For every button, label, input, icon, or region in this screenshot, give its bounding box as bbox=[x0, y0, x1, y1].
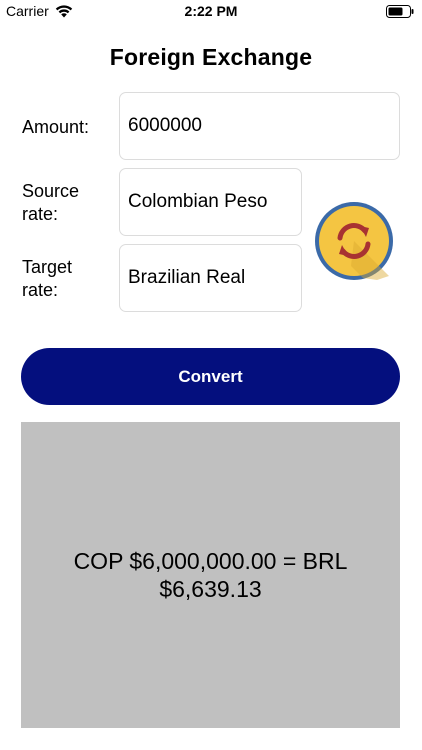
conversion-result: COP $6,000,000.00 = BRL $6,639.13 bbox=[73, 548, 348, 602]
target-rate-picker[interactable]: Brazilian Real bbox=[119, 244, 302, 312]
amount-label: Amount: bbox=[22, 117, 90, 137]
source-rate-picker[interactable]: Colombian Peso bbox=[119, 168, 302, 236]
result-panel: COP $6,000,000.00 = BRL $6,639.13 bbox=[21, 422, 400, 728]
status-bar: Carrier 2:22 PM bbox=[0, 0, 422, 24]
page-title: Foreign Exchange bbox=[109, 44, 313, 70]
amount-value: 6000000 bbox=[128, 115, 202, 136]
battery-icon bbox=[386, 5, 414, 18]
convert-button[interactable]: Convert bbox=[21, 348, 400, 405]
target-rate-label: Target rate: bbox=[22, 257, 73, 300]
source-rate-value: Colombian Peso bbox=[128, 191, 268, 212]
target-rate-value: Brazilian Real bbox=[128, 267, 246, 288]
amount-input[interactable]: 6000000 bbox=[119, 92, 400, 160]
status-time: 2:22 PM bbox=[184, 3, 238, 19]
swap-currencies-button[interactable] bbox=[313, 200, 395, 282]
convert-button-label: Convert bbox=[178, 366, 243, 386]
source-rate-label: Source rate: bbox=[22, 181, 80, 224]
swap-currencies-icon bbox=[315, 202, 393, 280]
